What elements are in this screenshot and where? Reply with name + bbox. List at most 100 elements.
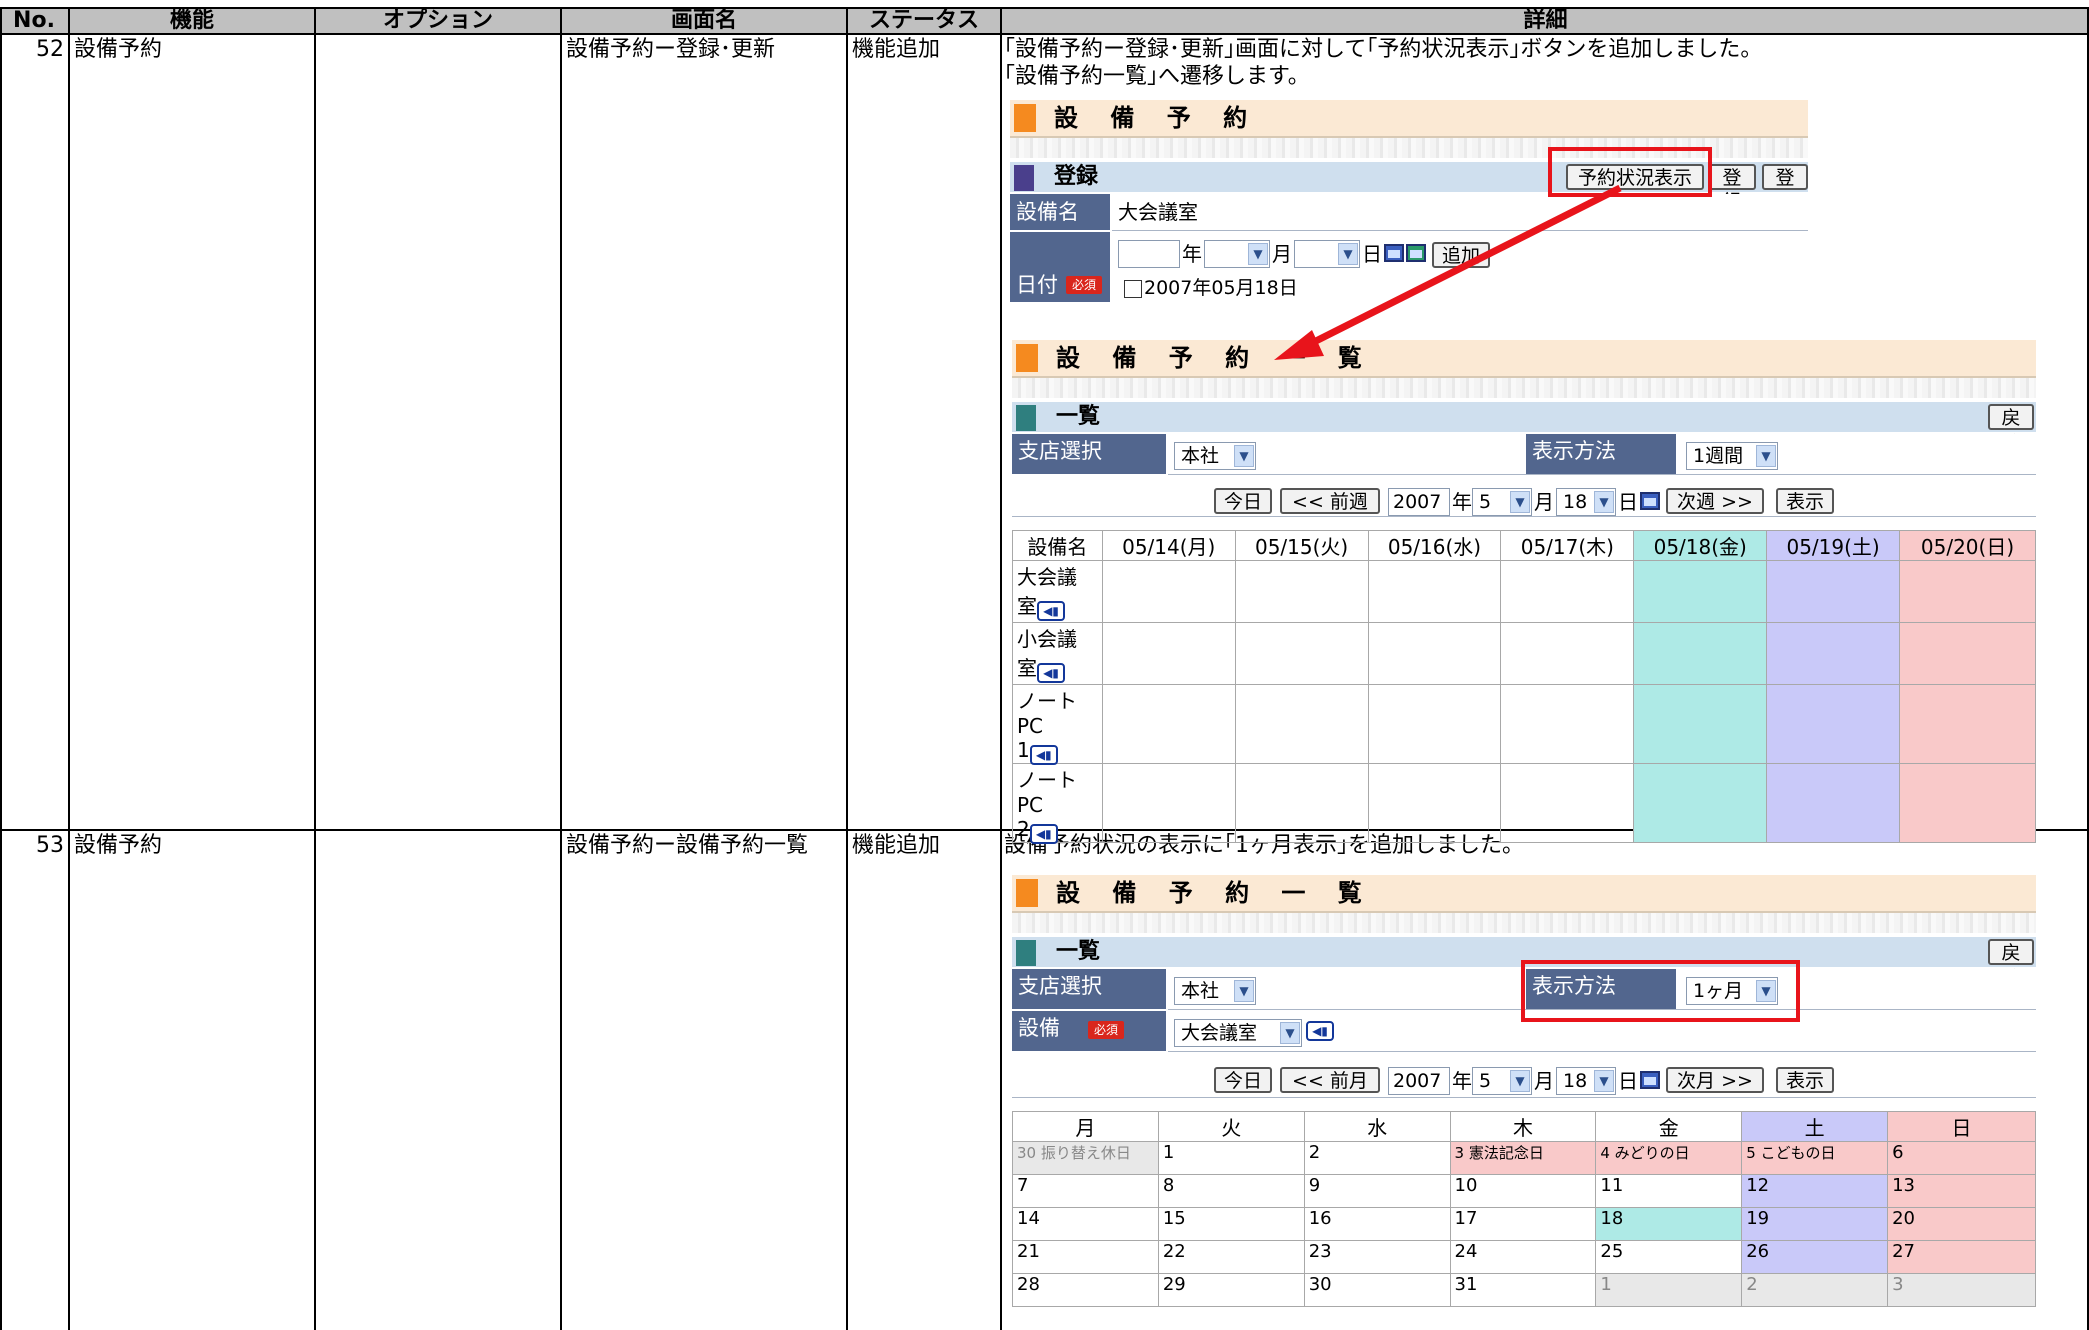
- slot-cell[interactable]: [1234, 684, 1369, 764]
- calendar-day[interactable]: 28: [1012, 1273, 1159, 1307]
- monthly-calendar: 月 火 水 木 金 土 日 30 振り替え休日 1 2 3 憲法記念日 4 みど…: [1012, 1111, 2036, 1307]
- slot-cell[interactable]: [1899, 763, 2036, 843]
- month-select[interactable]: 5 ▼: [1472, 1067, 1532, 1095]
- slot-cell[interactable]: [1766, 763, 1901, 843]
- calendar-day[interactable]: 12: [1741, 1174, 1889, 1208]
- calendar-day[interactable]: 7: [1012, 1174, 1159, 1208]
- next-month-button[interactable]: 次月 >>: [1666, 1067, 1764, 1093]
- slot-cell[interactable]: [1101, 560, 1236, 623]
- calendar-day[interactable]: 31: [1449, 1273, 1597, 1307]
- calendar-day[interactable]: 3 憲法記念日: [1449, 1141, 1597, 1175]
- slot-cell[interactable]: [1633, 763, 1768, 843]
- calendar-day[interactable]: 26: [1741, 1240, 1889, 1274]
- facility-select[interactable]: 大会議室 ▼: [1174, 1019, 1302, 1047]
- slot-cell[interactable]: [1101, 622, 1236, 685]
- slot-cell[interactable]: [1367, 684, 1502, 764]
- calendar-day[interactable]: 21: [1012, 1240, 1159, 1274]
- today-button[interactable]: 今日: [1214, 1067, 1272, 1093]
- calendar-day[interactable]: 15: [1157, 1207, 1305, 1241]
- slot-cell[interactable]: [1500, 560, 1635, 623]
- calendar-day[interactable]: 20: [1887, 1207, 2036, 1241]
- year-input[interactable]: 2007: [1388, 488, 1450, 516]
- month-select[interactable]: 5 ▼: [1472, 488, 1532, 516]
- calendar-day[interactable]: 3: [1887, 1273, 2036, 1307]
- prev-month-button[interactable]: << 前月: [1280, 1067, 1380, 1093]
- title-marker: [1016, 879, 1038, 907]
- calendar-day[interactable]: 25: [1595, 1240, 1743, 1274]
- today-button[interactable]: 今日: [1214, 488, 1272, 514]
- panel-title: 設 備 予 約: [1054, 104, 1260, 132]
- calendar-day[interactable]: 5 こどもの日: [1741, 1141, 1889, 1175]
- slot-cell[interactable]: [1500, 684, 1635, 764]
- chevron-down-icon: ▼: [1280, 1022, 1300, 1044]
- arrow-shaft: [1300, 184, 1622, 352]
- day-select[interactable]: 18 ▼: [1556, 488, 1616, 516]
- branch-select[interactable]: 本社 ▼: [1174, 977, 1256, 1005]
- slot-cell[interactable]: [1766, 560, 1901, 623]
- branch-select[interactable]: 本社 ▼: [1174, 442, 1256, 470]
- slot-cell[interactable]: [1234, 560, 1369, 623]
- calendar-icon[interactable]: [1640, 1071, 1660, 1089]
- slot-cell[interactable]: [1367, 763, 1502, 843]
- register-button[interactable]: 登録: [1708, 164, 1756, 213]
- calendar-day[interactable]: 14: [1012, 1207, 1159, 1241]
- calendar-day[interactable]: 16: [1303, 1207, 1451, 1241]
- calendar-day[interactable]: 30: [1303, 1273, 1451, 1307]
- slot-cell[interactable]: [1101, 684, 1236, 764]
- calendar-icon[interactable]: [1640, 492, 1660, 510]
- slot-cell[interactable]: [1101, 763, 1236, 843]
- slot-cell[interactable]: [1899, 622, 2036, 685]
- slot-cell[interactable]: [1367, 622, 1502, 685]
- calendar-day[interactable]: 23: [1303, 1240, 1451, 1274]
- arrow-left-icon[interactable]: ◀▮: [1029, 824, 1058, 844]
- back-button[interactable]: 戻る: [1988, 404, 2034, 453]
- back-button[interactable]: 戻る: [1988, 939, 2034, 988]
- slot-cell[interactable]: [1899, 684, 2036, 764]
- register-update-button[interactable]: 登録(: [1762, 164, 1808, 190]
- slot-cell[interactable]: [1899, 560, 2036, 623]
- slot-cell[interactable]: [1633, 684, 1768, 764]
- show-button[interactable]: 表示: [1776, 488, 1834, 514]
- slot-cell[interactable]: [1500, 622, 1635, 685]
- slot-cell[interactable]: [1766, 684, 1901, 764]
- arrow-left-icon[interactable]: ◀▮: [1037, 663, 1065, 683]
- slot-cell[interactable]: [1633, 560, 1768, 623]
- slot-cell[interactable]: [1766, 622, 1901, 685]
- calendar-day[interactable]: 9: [1303, 1174, 1451, 1208]
- arrow-left-icon[interactable]: ◀▮: [1306, 1021, 1334, 1041]
- calendar-day[interactable]: 17: [1449, 1207, 1597, 1241]
- calendar-day[interactable]: 22: [1157, 1240, 1305, 1274]
- calendar-day[interactable]: 27: [1887, 1240, 2036, 1274]
- next-week-button[interactable]: 次週 >>: [1666, 488, 1764, 514]
- display-method-select[interactable]: 1週間 ▼: [1686, 442, 1778, 470]
- slot-cell[interactable]: [1367, 560, 1502, 623]
- calendar-day[interactable]: 2: [1303, 1141, 1451, 1175]
- slot-cell[interactable]: [1500, 763, 1635, 843]
- arrow-left-icon[interactable]: ◀▮: [1029, 745, 1058, 765]
- slot-cell[interactable]: [1633, 622, 1768, 685]
- calendar-day[interactable]: 13: [1887, 1174, 2036, 1208]
- date-checkbox[interactable]: [1124, 280, 1142, 298]
- year-input[interactable]: [1118, 240, 1180, 268]
- calendar-day[interactable]: 24: [1449, 1240, 1597, 1274]
- calendar-day[interactable]: 11: [1595, 1174, 1743, 1208]
- calendar-day[interactable]: 2: [1741, 1273, 1889, 1307]
- calendar-day[interactable]: 8: [1157, 1174, 1305, 1208]
- prev-week-button[interactable]: << 前週: [1280, 488, 1380, 514]
- calendar-day[interactable]: 1: [1157, 1141, 1305, 1175]
- calendar-day[interactable]: 10: [1449, 1174, 1597, 1208]
- calendar-day[interactable]: 30 振り替え休日: [1012, 1141, 1159, 1175]
- show-button[interactable]: 表示: [1776, 1067, 1834, 1093]
- title-marker: [1014, 104, 1036, 132]
- slot-cell[interactable]: [1234, 763, 1369, 843]
- slot-cell[interactable]: [1234, 622, 1369, 685]
- calendar-day[interactable]: 6: [1887, 1141, 2036, 1175]
- calendar-day[interactable]: 4 みどりの日: [1595, 1141, 1743, 1175]
- calendar-day-today[interactable]: 18: [1595, 1207, 1743, 1241]
- calendar-day[interactable]: 1: [1595, 1273, 1743, 1307]
- arrow-left-icon[interactable]: ◀▮: [1037, 601, 1065, 621]
- year-input[interactable]: 2007: [1388, 1067, 1450, 1095]
- calendar-day[interactable]: 19: [1741, 1207, 1889, 1241]
- day-select[interactable]: 18 ▼: [1556, 1067, 1616, 1095]
- calendar-day[interactable]: 29: [1157, 1273, 1305, 1307]
